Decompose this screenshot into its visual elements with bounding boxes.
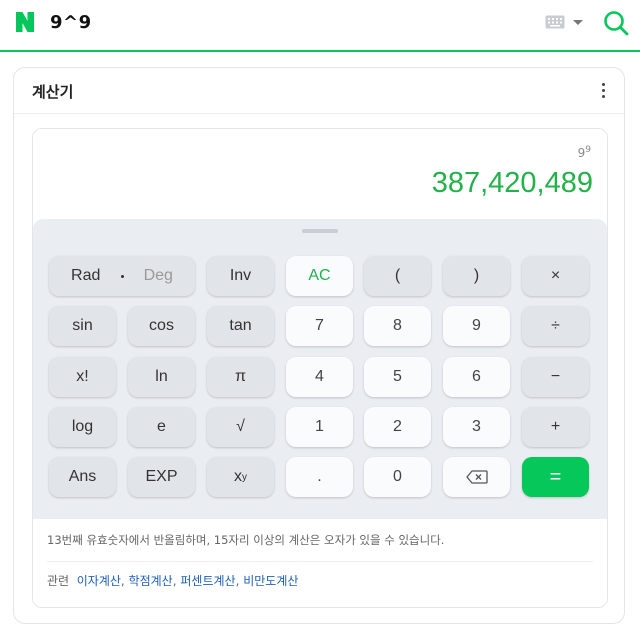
- plus-key[interactable]: +: [522, 407, 589, 447]
- result-value: 387,420,489: [431, 167, 593, 199]
- multiply-key[interactable]: ×: [522, 256, 589, 296]
- chevron-down-icon[interactable]: [573, 20, 583, 25]
- divide-key[interactable]: ÷: [522, 306, 589, 346]
- calculator-card: 계산기 99 387,420,489 Rad Deg Inv AC ( ) × …: [13, 67, 625, 624]
- tan-key[interactable]: tan: [207, 306, 274, 346]
- digit-3-key[interactable]: 3: [443, 407, 510, 447]
- right-paren-key[interactable]: ): [443, 256, 510, 296]
- divider: [47, 561, 593, 562]
- left-paren-key[interactable]: (: [364, 256, 431, 296]
- pi-key[interactable]: π: [207, 357, 274, 397]
- keypad: Rad Deg Inv AC ( ) × sin cos tan 7 8 9 ÷…: [33, 219, 607, 519]
- rad-deg-toggle[interactable]: Rad Deg: [49, 256, 195, 296]
- digit-1-key[interactable]: 1: [286, 407, 353, 447]
- related-link-interest[interactable]: 이자계산: [77, 574, 121, 588]
- search-icon[interactable]: [601, 8, 631, 38]
- exp-key[interactable]: EXP: [128, 457, 195, 497]
- card-title: 계산기: [32, 83, 74, 101]
- backspace-icon: [465, 470, 488, 484]
- related-link-bmi[interactable]: 비만도계산: [243, 574, 298, 588]
- deg-label: Deg: [143, 267, 173, 284]
- digit-9-key[interactable]: 9: [443, 306, 510, 346]
- all-clear-key[interactable]: AC: [286, 256, 353, 296]
- power-key[interactable]: xy: [207, 457, 274, 497]
- minus-key[interactable]: −: [522, 357, 589, 397]
- digit-4-key[interactable]: 4: [286, 357, 353, 397]
- digit-7-key[interactable]: 7: [286, 306, 353, 346]
- search-query[interactable]: 9^9: [50, 12, 92, 33]
- cos-key[interactable]: cos: [128, 306, 195, 346]
- related-label: 관련: [47, 574, 70, 588]
- divider: [14, 113, 624, 114]
- log-key[interactable]: log: [49, 407, 116, 447]
- search-header: 9^9: [0, 0, 640, 52]
- digit-2-key[interactable]: 2: [364, 407, 431, 447]
- naver-n-icon[interactable]: [13, 10, 37, 34]
- digit-8-key[interactable]: 8: [364, 306, 431, 346]
- digit-0-key[interactable]: 0: [364, 457, 431, 497]
- related-link-grade[interactable]: 학점계산: [129, 574, 173, 588]
- related-links: 관련 이자계산, 학점계산, 퍼센트계산, 비만도계산: [47, 574, 299, 588]
- rad-label: Rad: [71, 267, 101, 284]
- calculator-footer: 13번째 유효숫자에서 반올림하며, 15자리 이상의 계산은 오자가 있을 수…: [33, 519, 607, 607]
- factorial-key[interactable]: x!: [49, 357, 116, 397]
- inv-key[interactable]: Inv: [207, 256, 274, 296]
- decimal-key[interactable]: .: [286, 457, 353, 497]
- calculator-display: 99 387,420,489: [33, 129, 607, 219]
- sin-key[interactable]: sin: [49, 306, 116, 346]
- digit-5-key[interactable]: 5: [364, 357, 431, 397]
- more-vertical-icon[interactable]: [598, 83, 608, 103]
- euler-key[interactable]: e: [128, 407, 195, 447]
- sqrt-key[interactable]: √: [207, 407, 274, 447]
- toggle-dot-icon: [120, 274, 124, 278]
- calculator: 99 387,420,489 Rad Deg Inv AC ( ) × sin …: [32, 128, 608, 608]
- backspace-key[interactable]: [443, 457, 510, 497]
- keyboard-icon[interactable]: [545, 15, 565, 29]
- expression: 99: [577, 145, 591, 160]
- power-base: x: [234, 468, 242, 485]
- digit-6-key[interactable]: 6: [443, 357, 510, 397]
- precision-notice: 13번째 유효숫자에서 반올림하며, 15자리 이상의 계산은 오자가 있을 수…: [47, 533, 445, 547]
- ans-key[interactable]: Ans: [49, 457, 116, 497]
- power-exponent: y: [242, 471, 247, 483]
- drag-handle[interactable]: [302, 229, 338, 233]
- ln-key[interactable]: ln: [128, 357, 195, 397]
- equals-key[interactable]: =: [522, 457, 589, 497]
- related-link-percent[interactable]: 퍼센트계산: [180, 574, 235, 588]
